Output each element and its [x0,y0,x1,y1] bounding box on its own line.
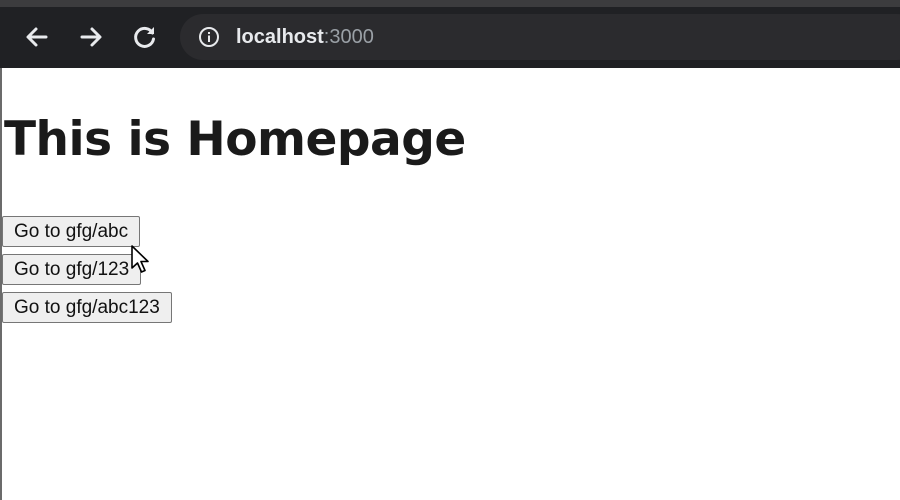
page-content: This is Homepage Go to gfg/abc Go to gfg… [0,68,900,500]
forward-arrow-icon [80,27,102,47]
url-text[interactable]: localhost:3000 [236,26,374,48]
window-top-strip [0,0,900,7]
back-arrow-icon [26,27,48,47]
go-to-gfg-abc123-button[interactable]: Go to gfg/abc123 [2,292,172,323]
address-bar[interactable]: localhost:3000 [180,14,900,60]
info-icon[interactable] [198,26,220,48]
reload-button[interactable] [128,20,162,54]
forward-button[interactable] [74,20,108,54]
window-left-border [0,68,2,500]
url-host: localhost [236,26,324,48]
go-to-gfg-123-button[interactable]: Go to gfg/123 [2,254,142,285]
url-port: :3000 [323,26,374,48]
back-button[interactable] [20,20,54,54]
reload-icon [134,26,155,48]
go-to-gfg-abc-button[interactable]: Go to gfg/abc [2,216,141,247]
page-title: This is Homepage [4,112,466,167]
browser-toolbar: localhost:3000 [0,7,900,68]
